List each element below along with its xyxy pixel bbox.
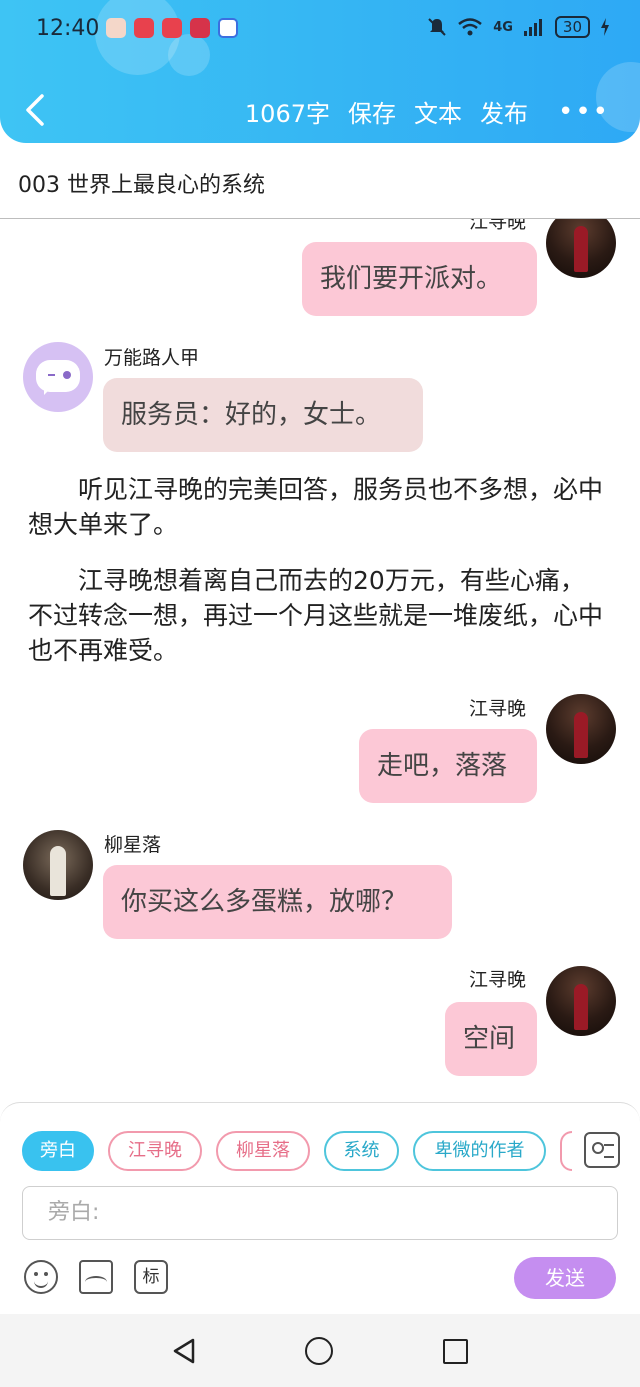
system-recents-icon[interactable] (443, 1339, 468, 1364)
message-bubble[interactable]: 走吧，落落 (359, 729, 537, 803)
mark-button[interactable]: 标 (134, 1260, 168, 1294)
message-bubble[interactable]: 空间 (445, 1002, 537, 1076)
system-home-icon[interactable] (305, 1337, 333, 1365)
message-bubble[interactable]: 我们要开派对。 (302, 242, 537, 316)
speaker-name: 柳星落 (104, 834, 162, 856)
status-time: 12:40 (36, 16, 100, 41)
avatar[interactable] (546, 694, 616, 764)
eye-mark (63, 371, 71, 379)
role-manager-icon[interactable] (584, 1132, 620, 1168)
system-status-icons: 4G 30 (427, 16, 610, 38)
message-bubble[interactable]: 你买这么多蛋糕，放哪？ (103, 865, 452, 939)
emoji-icon[interactable] (24, 1260, 58, 1294)
compose-panel: 旁白 江寻晚 柳星落 系统 卑微的作者 旁白: 标 发送 (0, 1102, 640, 1314)
send-button[interactable]: 发送 (514, 1257, 616, 1299)
app-notification-icon (134, 18, 154, 38)
image-icon[interactable] (79, 1260, 113, 1294)
top-navigation: 1067字 保存 文本 发布 ••• (0, 80, 640, 140)
eye-mark (48, 374, 55, 376)
network-type: 4G (493, 19, 513, 35)
wifi-icon (458, 18, 482, 36)
app-notification-icon (106, 18, 126, 38)
message-input[interactable]: 旁白: (22, 1186, 618, 1240)
speaker-name: 万能路人甲 (104, 347, 200, 369)
role-chip-system[interactable]: 系统 (324, 1131, 399, 1171)
role-chip-partial[interactable] (560, 1131, 572, 1171)
system-navigation-bar (0, 1314, 640, 1387)
speaker-name: 江寻晚 (469, 698, 527, 720)
nav-actions: 1067字 保存 文本 发布 ••• (245, 94, 610, 129)
charging-icon (601, 18, 609, 36)
publish-button[interactable]: 发布 (480, 94, 528, 129)
chat-content[interactable]: 江寻晚 我们要开派对。 万能路人甲 服务员：好的，女士。 听见江寻晚的完美回答，… (0, 219, 640, 1102)
app-notification-icon (218, 18, 238, 38)
role-chip-author[interactable]: 卑微的作者 (413, 1131, 546, 1171)
app-header: 12:40 4G 30 1067字 保存 文本 发布 ••• (0, 0, 640, 143)
word-count: 1067字 (244, 100, 330, 128)
cloud-icon (36, 360, 80, 395)
status-bar: 12:40 4G 30 (0, 0, 640, 60)
avatar[interactable] (546, 966, 616, 1036)
system-back-icon[interactable] (172, 1338, 196, 1364)
speaker-name: 江寻晚 (469, 969, 527, 991)
avatar[interactable] (23, 830, 93, 900)
role-chip-jiang[interactable]: 江寻晚 (108, 1131, 202, 1171)
narration-paragraph[interactable]: 听见江寻晚的完美回答，服务员也不多想，必中想大单来了。 (28, 472, 608, 542)
signal-icon (523, 19, 542, 36)
text-button[interactable]: 文本 (414, 94, 462, 129)
role-chip-liu[interactable]: 柳星落 (216, 1131, 310, 1171)
back-arrow-icon[interactable] (22, 92, 50, 128)
role-chip-narration[interactable]: 旁白 (22, 1131, 94, 1171)
chapter-title-bar[interactable]: 003 世界上最良心的系统 (0, 143, 640, 219)
more-icon[interactable]: ••• (558, 97, 610, 127)
app-notification-icon (190, 18, 210, 38)
battery-indicator: 30 (554, 16, 590, 38)
avatar[interactable] (23, 342, 93, 412)
save-button[interactable]: 保存 (348, 94, 396, 129)
chapter-title: 003 世界上最良心的系统 (18, 173, 265, 198)
speaker-name: 江寻晚 (469, 219, 527, 233)
narration-paragraph[interactable]: 江寻晚想着离自己而去的20万元，有些心痛，不过转念一想，再过一个月这些就是一堆废… (28, 563, 608, 668)
message-bubble[interactable]: 服务员：好的，女士。 (103, 378, 423, 452)
avatar[interactable] (546, 219, 616, 278)
notification-icons (106, 18, 238, 38)
mute-bell-icon (428, 18, 446, 36)
app-notification-icon (162, 18, 182, 38)
